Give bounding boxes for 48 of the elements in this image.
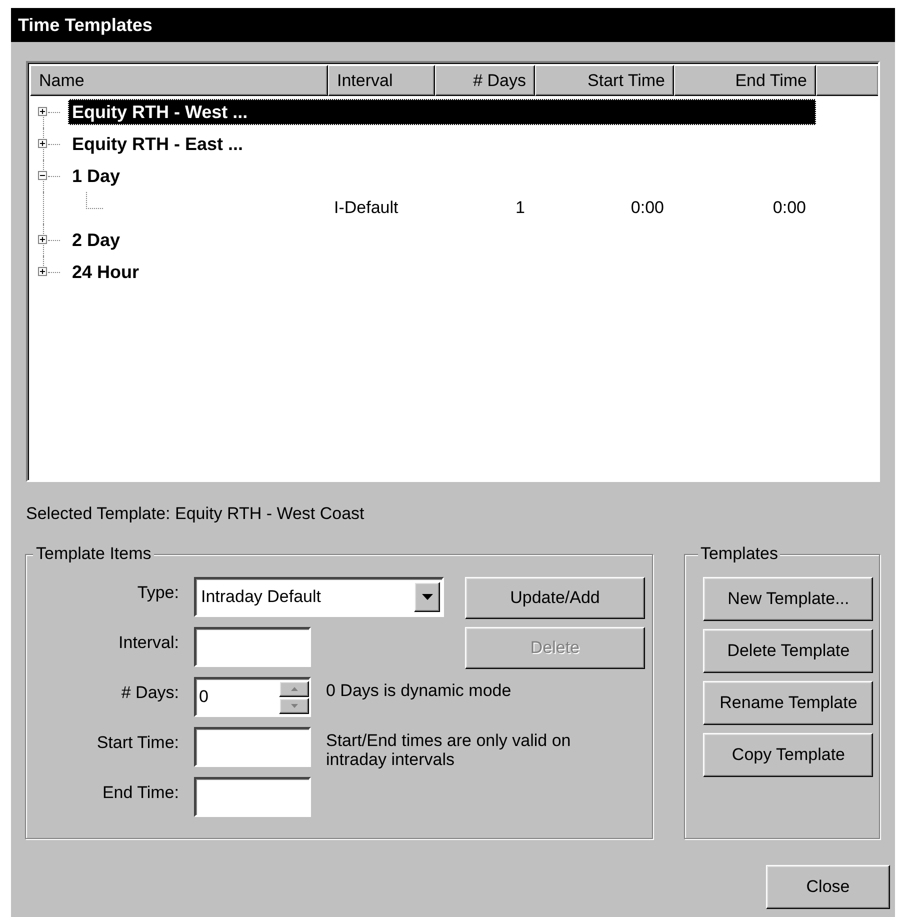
number-input[interactable]: 0 xyxy=(199,687,279,707)
template-button[interactable]: Copy Template xyxy=(703,733,874,777)
template-button[interactable]: New Template... xyxy=(703,577,874,621)
expand-icon[interactable] xyxy=(38,107,47,116)
caret-icon xyxy=(422,594,432,600)
column-header[interactable]: # Days xyxy=(435,65,535,96)
field-label: Start Time: xyxy=(96,732,179,754)
tree-item-label[interactable]: 24 Hour xyxy=(68,259,816,285)
input-field[interactable] xyxy=(194,727,311,767)
expand-icon[interactable] xyxy=(38,267,47,276)
input-field[interactable] xyxy=(194,777,311,817)
selected-template-label: Selected Template: Equity RTH - West Coast xyxy=(26,504,364,524)
down-arrow-icon xyxy=(290,704,298,708)
collapse-icon[interactable] xyxy=(38,171,47,180)
field-label: Interval: xyxy=(118,632,179,654)
table-cell-text: 1 xyxy=(514,197,526,219)
close-button[interactable]: Close xyxy=(766,865,890,909)
update-add-button[interactable]: Update/Add xyxy=(465,577,645,619)
field-label: End Time: xyxy=(101,782,179,804)
column-header[interactable]: Interval xyxy=(328,65,435,96)
column-header[interactable]: End Time xyxy=(674,65,816,96)
table-cell-text: I-Default xyxy=(333,197,400,219)
table-cell-text: 0:00 xyxy=(630,197,665,219)
expand-icon[interactable] xyxy=(38,139,47,148)
column-header[interactable]: Name xyxy=(30,65,328,96)
hint-text: Start/End times are only valid on intraday intervals xyxy=(326,730,572,769)
spin-field[interactable]: 0 xyxy=(194,677,311,717)
spin-down-button[interactable] xyxy=(279,698,309,714)
tree-item-label[interactable]: 2 Day xyxy=(68,227,816,253)
template-button[interactable]: Rename Template xyxy=(703,681,874,725)
group-title: Template Items xyxy=(33,544,154,564)
input-field[interactable] xyxy=(194,627,311,667)
group-title: Templates xyxy=(698,544,780,564)
template-button[interactable]: Delete Template xyxy=(703,629,874,673)
tree-item-label[interactable]: Equity RTH - West ... xyxy=(68,99,816,125)
tree-item-label[interactable]: Equity RTH - East ... xyxy=(68,131,816,157)
hint-text: 0 Days is dynamic mode xyxy=(326,680,512,700)
window-title: Time Templates xyxy=(11,8,895,42)
column-header[interactable]: Start Time xyxy=(535,65,674,96)
tree-item-label[interactable]: 1 Day xyxy=(68,163,816,189)
dropdown-arrow-button[interactable] xyxy=(414,582,440,612)
table-cell-text: 0:00 xyxy=(772,197,807,219)
field-label: # Days: xyxy=(120,682,179,704)
up-arrow-icon xyxy=(290,686,298,690)
spin-up-button[interactable] xyxy=(279,680,309,696)
expand-icon[interactable] xyxy=(38,235,47,244)
type-dropdown[interactable]: Intraday Default xyxy=(194,577,444,617)
field-label: Type: xyxy=(136,582,179,604)
